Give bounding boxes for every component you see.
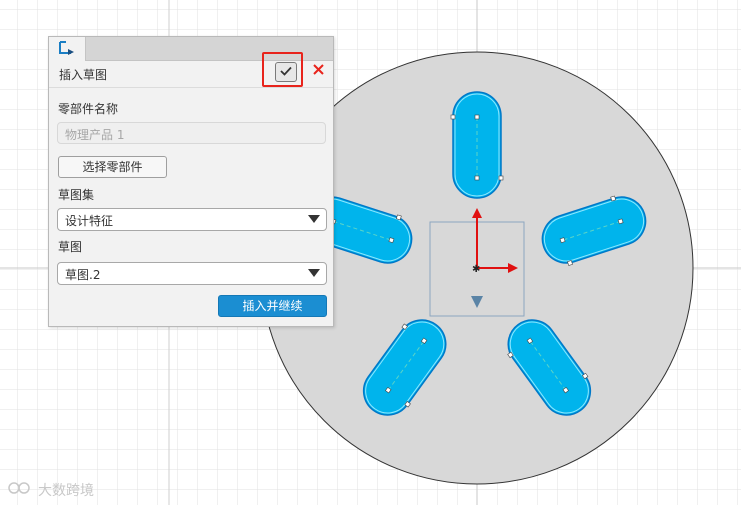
watermark-text: 大数跨境 (38, 483, 94, 499)
close-icon (312, 64, 324, 78)
sketch-label: 草图 (58, 240, 83, 254)
insert-sketch-panel: 插入草图 零部件名称 物理产品 1 选择零部件 草图集 设计特征 草图 草图.2 (48, 36, 334, 327)
chevron-down-icon (308, 215, 320, 223)
chevron-down-icon (308, 269, 320, 277)
panel-title: 插入草图 (59, 68, 108, 82)
sketch-set-select[interactable]: 设计特征 (57, 208, 327, 231)
close-button[interactable] (311, 64, 325, 78)
sketch-set-value: 设计特征 (65, 214, 114, 228)
tab-insert-sketch[interactable] (49, 37, 86, 61)
svg-text:✱: ✱ (472, 264, 480, 275)
part-name-label: 零部件名称 (58, 102, 119, 116)
select-part-button[interactable]: 选择零部件 (58, 156, 167, 178)
watermark-logo-icon (8, 480, 34, 500)
insert-continue-button[interactable]: 插入并继续 (218, 295, 327, 317)
insert-sketch-icon (58, 40, 76, 59)
check-icon (280, 65, 292, 79)
sketch-set-label: 草图集 (58, 188, 95, 202)
sketch-select[interactable]: 草图.2 (57, 262, 327, 285)
slot-1 (450, 91, 504, 199)
confirm-button[interactable] (275, 62, 297, 82)
watermark: 大数跨境 (8, 480, 94, 500)
sketch-value: 草图.2 (65, 268, 101, 282)
panel-header: 插入草图 (49, 52, 333, 88)
part-name-field[interactable]: 物理产品 1 (57, 122, 326, 144)
